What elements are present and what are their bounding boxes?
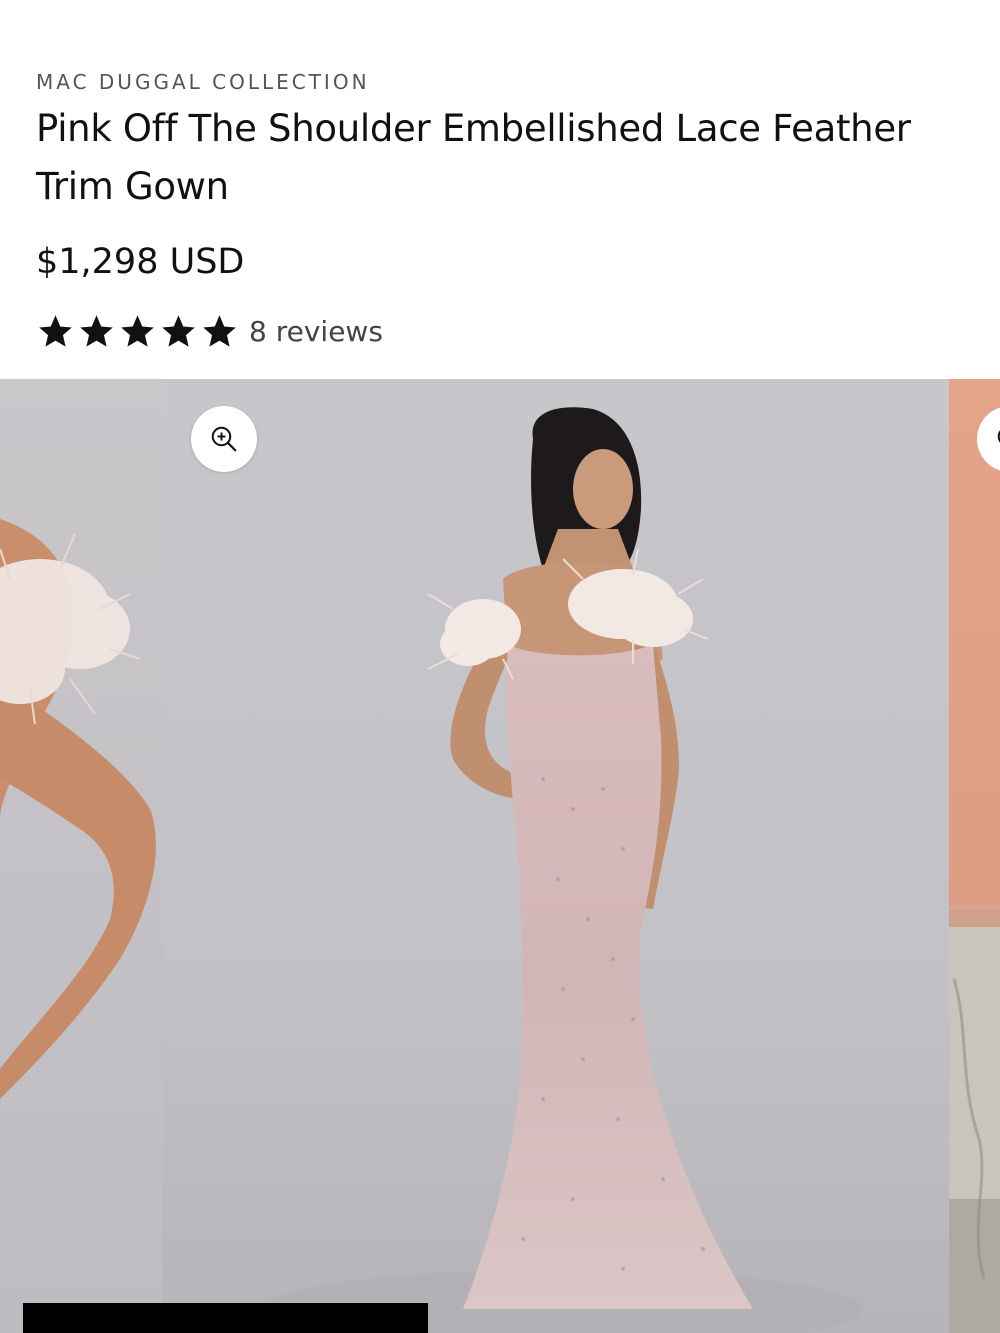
star-icon xyxy=(80,315,113,347)
star-rating xyxy=(36,312,239,351)
zoom-button[interactable] xyxy=(191,406,257,472)
brand-label[interactable]: MAC DUGGAL COLLECTION xyxy=(36,70,370,94)
bottom-overlay-bar[interactable] xyxy=(23,1303,428,1333)
product-photo-main xyxy=(263,407,863,1333)
zoom-in-icon xyxy=(997,430,1000,443)
gallery-slide-main[interactable] xyxy=(163,379,949,1333)
star-icon xyxy=(39,315,72,347)
product-image-gallery[interactable] xyxy=(0,379,1000,1333)
product-page: MAC DUGGAL COLLECTION Pink Off The Shoul… xyxy=(0,0,1000,1333)
star-icon xyxy=(203,315,236,347)
zoom-in-icon xyxy=(211,426,237,452)
gallery-slide-next[interactable] xyxy=(949,379,1000,1333)
product-photo-previous xyxy=(0,519,156,1099)
product-price: $1,298 USD xyxy=(36,242,245,282)
product-rating[interactable]: 8 reviews xyxy=(36,312,383,351)
star-icon xyxy=(121,315,154,347)
product-title: Pink Off The Shoulder Embellished Lace F… xyxy=(36,107,911,208)
product-photo-next xyxy=(949,909,1000,1333)
reviews-link[interactable]: 8 reviews xyxy=(249,315,383,348)
gallery-slide-previous[interactable] xyxy=(0,379,163,1333)
star-icon xyxy=(162,315,195,347)
